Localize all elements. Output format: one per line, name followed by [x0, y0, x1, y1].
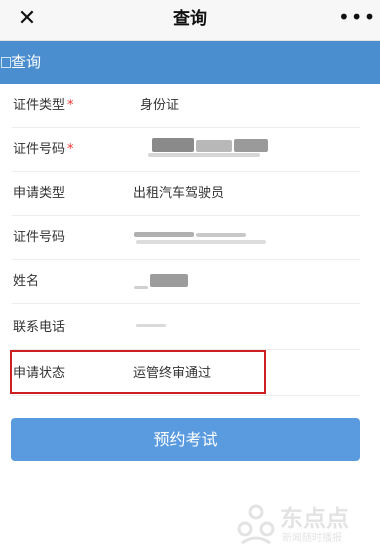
- form-row-id-number[interactable]: 证件号码 *: [0, 128, 380, 172]
- watermark-logo-icon: [237, 504, 275, 545]
- form-row-name[interactable]: 姓名: [0, 260, 380, 304]
- section-marker-icon: [1, 57, 11, 68]
- top-bar: ✕ 查询 •••: [0, 0, 380, 41]
- apply-type-value: 出租汽车驾驶员: [133, 186, 225, 201]
- section-header: 查询: [0, 41, 380, 84]
- redacted-blur: [148, 153, 260, 157]
- redacted-blur: [152, 138, 194, 152]
- id-type-value: 身份证: [140, 98, 180, 113]
- id-type-label: 证件类型 *: [13, 98, 74, 113]
- form-row-cert-number[interactable]: 证件号码: [0, 216, 380, 260]
- required-mark: *: [67, 98, 74, 113]
- cert-number-label: 证件号码: [13, 230, 66, 245]
- watermark-name: 东点点: [280, 506, 349, 532]
- section-title: 查询: [11, 53, 42, 71]
- redacted-blur: [136, 324, 166, 327]
- id-number-label: 证件号码 *: [13, 142, 74, 157]
- phone-label: 联系电话: [13, 320, 66, 335]
- redacted-blur: [134, 232, 194, 237]
- redacted-blur: [196, 140, 232, 152]
- form-row-phone[interactable]: 联系电话: [0, 306, 380, 350]
- status-highlight-box: [10, 350, 266, 394]
- more-icon[interactable]: •••: [338, 6, 375, 32]
- row-divider: [12, 395, 360, 396]
- redacted-blur: [134, 286, 148, 289]
- apply-type-label: 申请类型: [13, 186, 66, 201]
- page-title: 查询: [173, 9, 207, 29]
- redacted-blur: [136, 240, 266, 244]
- watermark: 东点点 新闻随时播报: [232, 497, 372, 549]
- book-exam-button[interactable]: 预约考试: [11, 418, 360, 461]
- required-mark: *: [67, 142, 74, 157]
- form-row-id-type[interactable]: 证件类型 * 身份证: [0, 84, 380, 128]
- redacted-blur: [150, 274, 188, 287]
- redacted-blur: [196, 233, 246, 237]
- watermark-subtitle: 新闻随时播报: [282, 533, 342, 544]
- form-row-apply-type[interactable]: 申请类型 出租汽车驾驶员: [0, 172, 380, 216]
- name-label: 姓名: [13, 274, 40, 289]
- row-divider: [12, 303, 360, 304]
- redacted-blur: [234, 139, 268, 152]
